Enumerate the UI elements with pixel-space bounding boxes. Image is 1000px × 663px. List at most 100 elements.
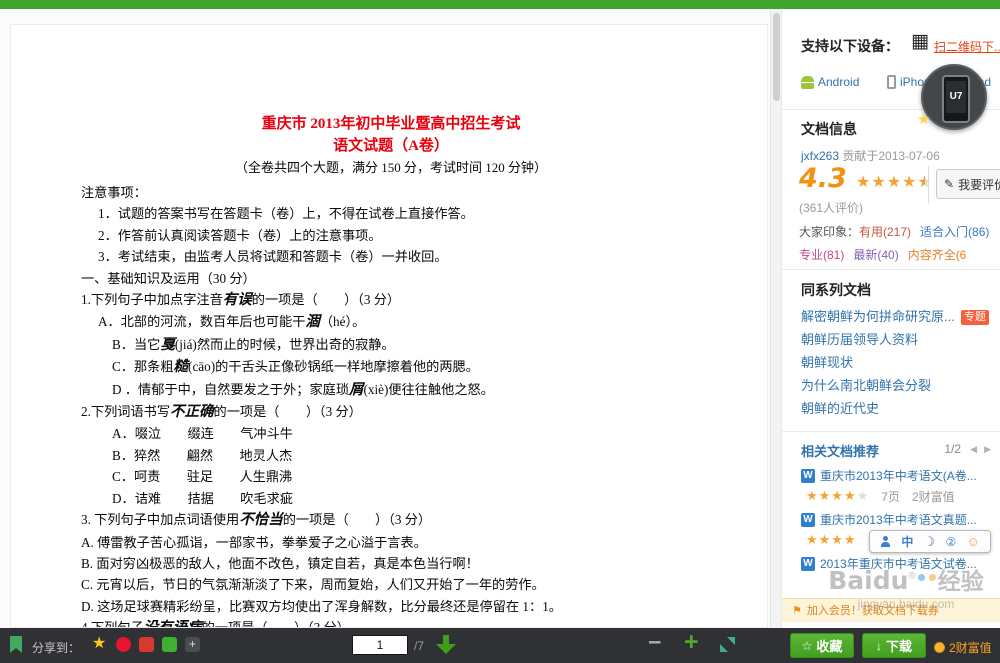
weibo-share-icon[interactable] xyxy=(116,637,131,652)
favorite-button[interactable]: ☆ 收藏 xyxy=(790,633,854,658)
zoom-in-button[interactable]: + xyxy=(684,628,699,657)
page-total: /7 xyxy=(414,639,424,653)
contributor-link[interactable]: jxfx263 xyxy=(801,149,839,163)
next-page-button[interactable] xyxy=(436,634,456,656)
related-doc-item: W 2013年重庆市中考语文试卷... xyxy=(801,553,999,574)
doc-line: 3. 下列句子中加点词语使用不恰当的一项是（ ）（3 分） xyxy=(81,509,701,531)
doc-line: A. 傅雷教子苦心孤诣，一部家书，拳拳爱子之心溢于言表。 xyxy=(81,532,701,553)
ime-toolbar[interactable]: 中 ☽ ② ☺ xyxy=(869,530,991,553)
favorite-star-icon: ☆ xyxy=(802,639,813,653)
ime-account-icon[interactable] xyxy=(880,536,891,547)
impression-tag[interactable]: 适合入门(86) xyxy=(920,225,989,239)
doc-line: 3．考试结束，由监考人员将试题和答题卡（卷）一并收回。 xyxy=(81,246,701,267)
star-icon: ★★★★ xyxy=(856,174,917,191)
exam-title-line1: 重庆市 2013年初中毕业暨高中招生考试 xyxy=(81,113,701,135)
related-doc-link[interactable]: 重庆市2013年中考语文真题... xyxy=(820,511,977,528)
doc-line: B．猝然 翩然 地灵人杰 xyxy=(81,445,701,466)
impression-tag[interactable]: 有用(217) xyxy=(859,225,911,239)
pencil-icon: ✎ xyxy=(944,177,954,191)
document-page: 重庆市 2013年初中毕业暨高中招生考试 语文试题（A卷） （全卷共四个大题，满… xyxy=(10,24,768,628)
doc-line: C．那条粗糙(cāo)的干舌头正像砂锅纸一样地摩擦着他的两腮。 xyxy=(81,356,701,378)
credit-cost: 2财富值 xyxy=(934,639,992,656)
word-doc-icon: W xyxy=(801,557,815,571)
write-review-button[interactable]: ✎ 我要评价 xyxy=(936,169,1000,199)
series-doc-link[interactable]: 朝鲜历届领导人资料 xyxy=(801,328,997,351)
ime-language-toggle[interactable]: 中 xyxy=(901,533,913,550)
zoom-out-button[interactable]: − xyxy=(648,629,661,656)
related-doc-link[interactable]: 重庆市2013年中考语文(A卷... xyxy=(820,467,977,484)
doc-line: A．啜泣 缀连 气冲斗牛 xyxy=(81,423,701,444)
word-doc-icon: W xyxy=(801,469,815,483)
exam-body: 注意事项：1．试题的答案书写在答题卡（卷）上，不得在试卷上直接作答。2．作答前认… xyxy=(81,182,701,628)
supported-devices-title: 支持以下设备： xyxy=(801,36,899,56)
star-icon: ★ xyxy=(917,110,930,128)
phone-model-label: U7 xyxy=(946,81,966,113)
doc-line: 1．试题的答案书写在答题卡（卷）上，不得在试卷上直接作答。 xyxy=(81,203,701,224)
download-arrow-icon: ↓ xyxy=(876,639,882,653)
favorite-label: 收藏 xyxy=(816,636,842,655)
doc-info-title: 文档信息 xyxy=(801,119,857,139)
fullscreen-button[interactable] xyxy=(720,637,735,652)
impression-tag[interactable]: 专业(81) xyxy=(799,248,844,262)
doc-rating-stars: ★★★★ xyxy=(806,532,857,548)
related-doc-list: W 重庆市2013年中考语文(A卷... ★★★★★ 7页 2财富值 W 重庆市2013年中… xyxy=(801,465,999,577)
bookmark-icon[interactable] xyxy=(10,636,22,653)
sidebar: 支持以下设备： ▦ 扫二维码下... Android iPhone iPad U… xyxy=(781,9,1000,628)
download-label: 下载 xyxy=(886,636,912,655)
rating-stars: ★★★★★★ xyxy=(856,172,933,192)
document-viewer: 重庆市 2013年初中毕业暨高中招生考试 语文试题（A卷） （全卷共四个大题，满… xyxy=(0,9,780,628)
series-doc-link[interactable]: 朝鲜的近代史 xyxy=(801,397,997,420)
scan-qr-link[interactable]: 扫二维码下... xyxy=(934,38,1000,55)
doc-line: B. 面对穷凶极恶的敌人，他面不改色，镇定自若，真是本色当行啊！ xyxy=(81,553,701,574)
more-share-icon[interactable]: + xyxy=(185,637,200,652)
qr-code-icon: ▦ xyxy=(911,32,929,51)
series-doc-link[interactable]: 朝鲜现状 xyxy=(801,351,997,374)
doc-line: 4.下列句子没有语病的一项是（ ）（3 分） xyxy=(81,617,701,628)
half-star-icon: ★★ xyxy=(917,172,932,192)
series-doc-link[interactable]: 为什么南北朝鲜会分裂 xyxy=(801,374,997,397)
word-doc-icon: W xyxy=(801,513,815,527)
doc-line: D ．情郁于中，自然要发之于外；家庭琐屑(xiè)便往往触他之怒。 xyxy=(81,379,701,401)
divider xyxy=(928,166,929,204)
phone-promo-overlay[interactable]: U7 ★ xyxy=(921,64,987,130)
wechat-share-icon[interactable] xyxy=(162,637,177,652)
promo-text: 加入会员！获取文档下载券 xyxy=(807,605,939,617)
doc-rating-stars: ★★★★★ xyxy=(806,488,869,504)
doc-line: C. 元宵以后，节日的气氛渐渐淡了下来，周而复始，人们又开始了一年的劳作。 xyxy=(81,574,701,595)
rating-value: 4.3 xyxy=(799,164,847,194)
page-number-input[interactable] xyxy=(352,635,408,655)
member-promo-bar[interactable]: ⚑加入会员！获取文档下载券 xyxy=(782,598,1000,622)
ime-width-toggle-icon[interactable]: ☽ xyxy=(924,534,936,550)
doc-line: D. 这场足球赛精彩纷呈，比赛双方均使出了浑身解数，比分最终还是停留在 1：1。 xyxy=(81,596,701,617)
related-pager: 1/2 xyxy=(944,442,961,456)
android-link[interactable]: Android xyxy=(801,75,859,89)
download-button[interactable]: ↓ 下载 xyxy=(862,633,926,658)
impression-tag[interactable]: 最新(40) xyxy=(853,248,898,262)
pager-prev-icon[interactable]: ◀ xyxy=(970,444,977,455)
doc-price: 2财富值 xyxy=(912,488,955,505)
qq-share-icon[interactable] xyxy=(139,637,154,652)
doc-line: 一、基础知识及运用（30 分） xyxy=(81,268,701,289)
doc-line: 2．作答前认真阅读答题卡（卷）上的注意事项。 xyxy=(81,225,701,246)
series-docs-title: 同系列文档 xyxy=(801,280,871,300)
iphone-icon xyxy=(887,75,896,89)
ime-emoji-icon[interactable]: ☺ xyxy=(967,534,980,549)
pager-next-icon[interactable]: ▶ xyxy=(984,444,991,455)
doc-line: B．当它戛(jiá)然而止的时候，世界出奇的寂静。 xyxy=(81,334,701,356)
viewer-scrollbar[interactable] xyxy=(770,9,781,628)
qzone-share-icon[interactable]: ★ xyxy=(92,636,107,651)
related-doc-link[interactable]: 2013年重庆市中考语文试卷... xyxy=(820,555,977,572)
doc-pages: 7页 xyxy=(881,488,900,505)
divider xyxy=(782,269,1000,270)
contributor-line: jxfx263 贡献于2013-07-06 xyxy=(801,147,940,164)
impression-label: 大家印象： xyxy=(799,225,859,239)
phone-icon: U7 xyxy=(942,75,970,123)
ime-number-icon[interactable]: ② xyxy=(946,535,957,549)
scrollbar-thumb[interactable] xyxy=(773,13,780,101)
impression-tag[interactable]: 内容齐全(6 xyxy=(908,248,967,262)
series-doc-link[interactable]: 解密朝鲜为何拼命研究原...专题 xyxy=(801,305,997,328)
divider xyxy=(782,431,1000,432)
coin-icon xyxy=(934,642,945,653)
doc-line: A．北部的河流，数百年后也可能干涸（hé）。 xyxy=(81,311,701,333)
bottom-toolbar: 分享到： ★ + /7 − + ☆ 收藏 ↓ 下载 2财富值 xyxy=(0,628,1000,663)
